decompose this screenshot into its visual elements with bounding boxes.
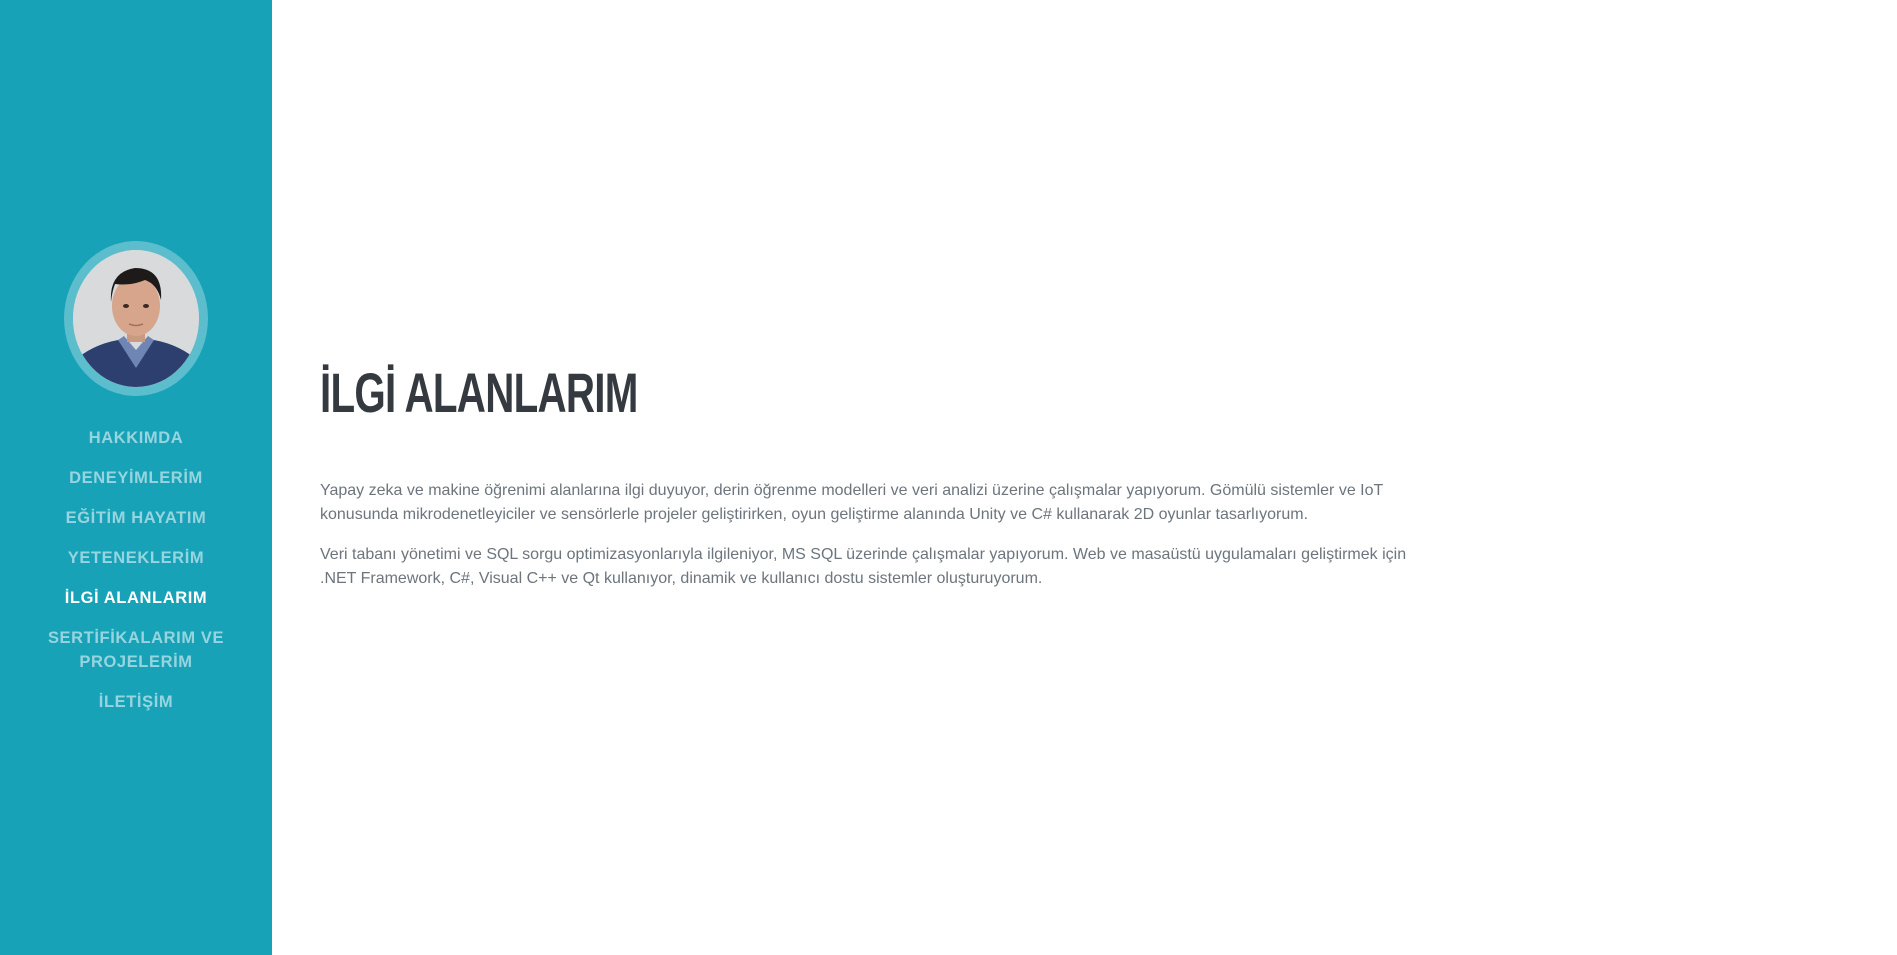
nav-link-hakkimda[interactable]: HAKKIMDA (36, 426, 236, 450)
page-title: İLGİ ALANLARIM (320, 361, 638, 424)
nav-item-deneyimlerim: DENEYİMLERİM (0, 466, 272, 490)
nav-item-ilgi-alanlarim: İLGİ ALANLARIM (0, 586, 272, 610)
nav-link-deneyimlerim[interactable]: DENEYİMLERİM (36, 466, 236, 490)
interests-paragraph-1: Yapay zeka ve makine öğrenimi alanlarına… (320, 482, 1383, 523)
nav-link-ilgi-alanlarim[interactable]: İLGİ ALANLARIM (36, 586, 236, 610)
nav-item-hakkimda: HAKKIMDA (0, 426, 272, 450)
avatar (64, 241, 208, 396)
nav-item-iletisim: İLETİŞİM (0, 690, 272, 714)
nav-link-iletisim[interactable]: İLETİŞİM (36, 690, 236, 714)
sidebar-nav: HAKKIMDA DENEYİMLERİM EĞİTİM HAYATIM YET… (0, 426, 272, 730)
sidebar: HAKKIMDA DENEYİMLERİM EĞİTİM HAYATIM YET… (0, 0, 272, 955)
nav-item-sertifikalarim: SERTİFİKALARIM VE PROJELERİM (0, 626, 272, 674)
nav-link-sertifikalarim[interactable]: SERTİFİKALARIM VE PROJELERİM (36, 626, 236, 674)
avatar-photo (73, 250, 199, 387)
nav-item-yeteneklerim: YETENEKLERİM (0, 546, 272, 570)
nav-link-yeteneklerim[interactable]: YETENEKLERİM (36, 546, 236, 570)
interests-paragraph-2: Veri tabanı yönetimi ve SQL sorgu optimi… (320, 546, 1407, 587)
nav-link-egitim-hayatim[interactable]: EĞİTİM HAYATIM (36, 506, 236, 530)
nav-item-egitim-hayatim: EĞİTİM HAYATIM (0, 506, 272, 530)
person-photo-icon (73, 250, 199, 387)
